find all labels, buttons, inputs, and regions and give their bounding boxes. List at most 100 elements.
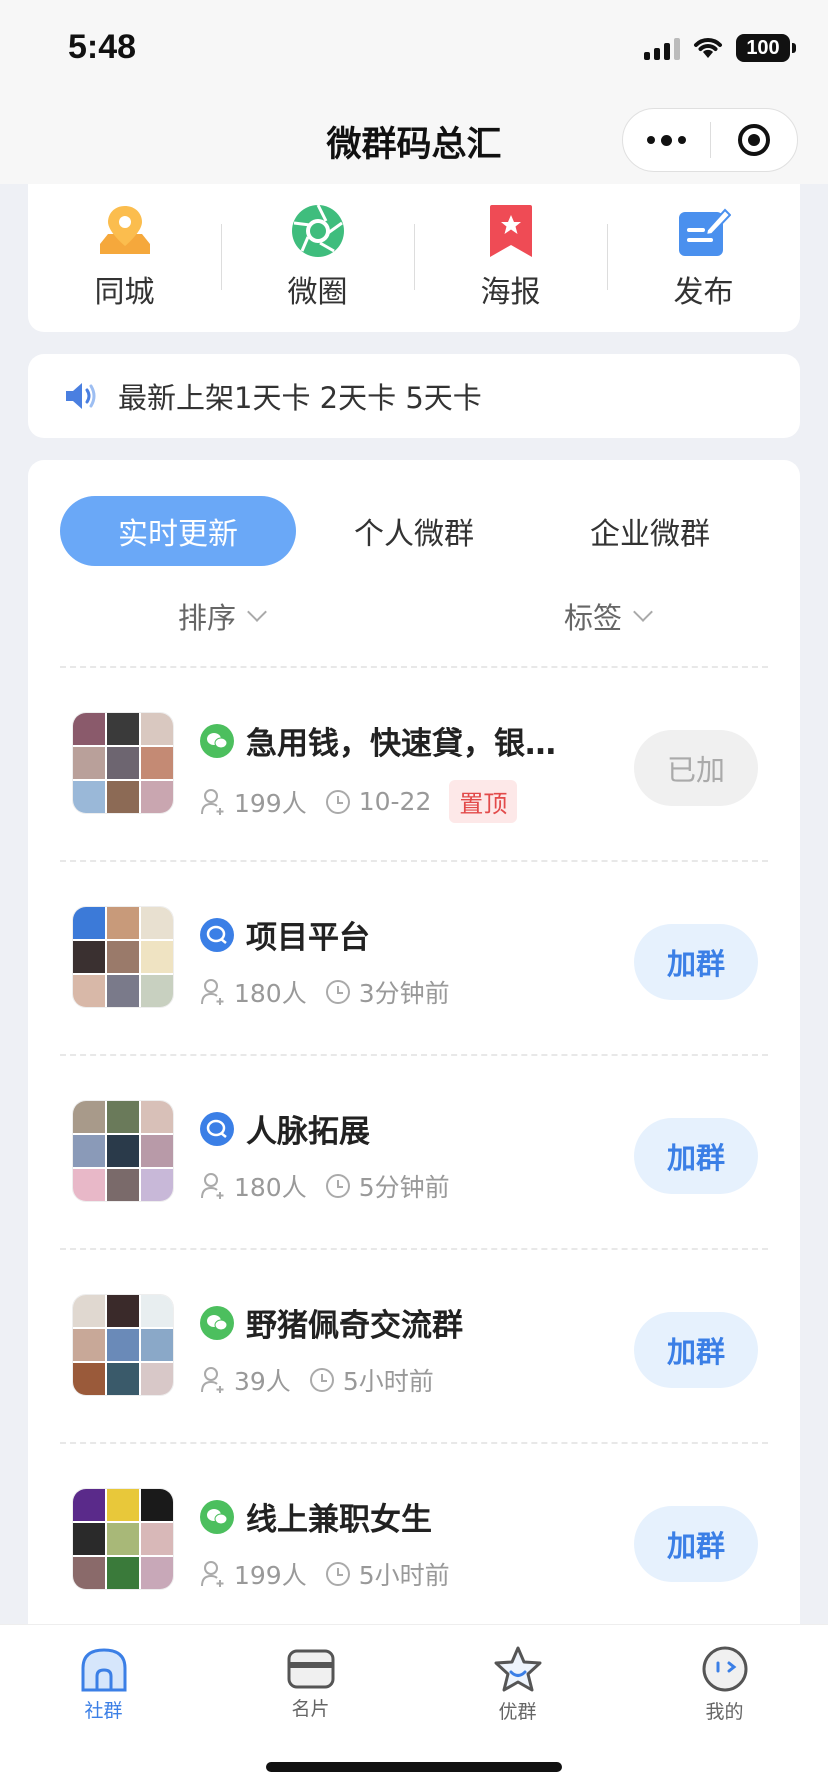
- add-user-icon: [201, 1367, 224, 1393]
- group-avatar: [72, 712, 174, 814]
- member-count-text: 199人: [234, 1561, 307, 1590]
- update-time: 3分钟前: [325, 974, 450, 1010]
- clock-icon: [325, 980, 350, 1004]
- quick-entry-publish[interactable]: 发布: [607, 184, 800, 332]
- tag-filter[interactable]: 标签: [414, 588, 800, 644]
- update-time-text: 5小时前: [358, 1561, 450, 1590]
- star-icon: [494, 1646, 541, 1691]
- miniprogram-capsule: [622, 108, 798, 172]
- joined-button[interactable]: 已加: [634, 730, 758, 806]
- notice-bar[interactable]: 最新上架1天卡 2天卡 5天卡: [28, 354, 800, 438]
- group-meta: 199人 5小时前: [200, 1556, 468, 1592]
- bottom-tab-bar: 社群 名片 优群 我的: [0, 1624, 828, 1792]
- member-count: 180人: [200, 1168, 307, 1204]
- home-icon: [81, 1647, 126, 1691]
- tab-community-label: 社群: [84, 1699, 123, 1722]
- more-dots-icon: [646, 134, 686, 146]
- group-avatar: [72, 906, 174, 1008]
- quick-entry-circle[interactable]: 微圈: [221, 184, 414, 332]
- clock-icon: [325, 1562, 350, 1586]
- update-time-text: 10-22: [358, 787, 432, 816]
- group-title-wrap: 项目平台: [200, 912, 370, 957]
- group-list: 急用钱，快速貸，银… 199人 10-22 置顶 已加 项目平台 180人 3分…: [60, 666, 768, 1630]
- tab-personal-groups[interactable]: 个人微群: [296, 496, 532, 566]
- category-tabs: 实时更新 个人微群 企业微群: [60, 496, 768, 566]
- location-icon: [95, 201, 155, 261]
- poster-bookmark-icon: [481, 201, 541, 261]
- update-time: 5分钟前: [325, 1168, 450, 1204]
- home-indicator: [266, 1762, 562, 1772]
- group-title-wrap: 急用钱，快速貸，银…: [200, 718, 556, 763]
- update-time-text: 5分钟前: [358, 1173, 450, 1202]
- quick-entry-label: 微圈: [287, 275, 348, 310]
- list-item[interactable]: 急用钱，快速貸，银… 199人 10-22 置顶 已加: [60, 666, 768, 860]
- member-count: 199人: [200, 1556, 307, 1592]
- member-count-text: 39人: [234, 1367, 291, 1396]
- nav-bar: 微群码总汇: [0, 100, 828, 184]
- member-count: 39人: [200, 1362, 291, 1398]
- status-bar: 5:48 100: [0, 0, 828, 100]
- add-user-icon: [201, 1561, 224, 1587]
- join-group-button[interactable]: 加群: [634, 1506, 758, 1582]
- quick-entry-card: 同城 微圈 海报 发布: [28, 184, 800, 332]
- target-icon: [737, 124, 770, 156]
- tab-card-label: 名片: [291, 1697, 330, 1720]
- list-item[interactable]: 线上兼职女生 199人 5小时前 加群: [60, 1442, 768, 1630]
- group-title-wrap: 人脉拓展: [200, 1106, 370, 1151]
- status-icons: 100: [644, 34, 796, 62]
- tab-premium-groups-label: 优群: [498, 1700, 537, 1723]
- enterprise-wechat-icon: [200, 1111, 234, 1146]
- tag-filter-label: 标签: [563, 601, 622, 635]
- cellular-signal-icon: [644, 36, 680, 60]
- member-count-text: 180人: [234, 1173, 307, 1202]
- speaker-icon: [66, 383, 96, 409]
- quick-entry-label: 海报: [480, 275, 541, 310]
- add-user-icon: [201, 979, 224, 1005]
- update-time: 10-22: [325, 787, 432, 816]
- list-item[interactable]: 人脉拓展 180人 5分钟前 加群: [60, 1054, 768, 1248]
- notice-text: 最新上架1天卡 2天卡 5天卡: [118, 381, 482, 415]
- list-item[interactable]: 野猪佩奇交流群 39人 5小时前 加群: [60, 1248, 768, 1442]
- tab-mine-label: 我的: [705, 1700, 744, 1723]
- wechat-icon: [200, 723, 234, 758]
- card-icon: [287, 1649, 334, 1688]
- join-group-button[interactable]: 加群: [634, 1118, 758, 1194]
- enterprise-wechat-icon: [200, 917, 234, 952]
- filter-bar: 排序 标签: [28, 588, 800, 644]
- tab-mine[interactable]: 我的: [621, 1625, 828, 1743]
- publish-edit-icon: [674, 201, 734, 261]
- close-miniprogram-button[interactable]: [711, 109, 798, 171]
- tab-card[interactable]: 名片: [207, 1625, 414, 1743]
- tab-realtime[interactable]: 实时更新: [60, 496, 296, 566]
- add-user-icon: [201, 788, 224, 815]
- join-group-button[interactable]: 加群: [634, 924, 758, 1000]
- group-title: 野猪佩奇交流群: [246, 1308, 463, 1344]
- battery-icon: 100: [736, 34, 796, 62]
- add-user-icon: [201, 1173, 224, 1199]
- chevron-down-icon: [247, 602, 267, 622]
- tab-community[interactable]: 社群: [0, 1625, 207, 1743]
- quick-entry-label: 同城: [94, 275, 155, 310]
- sort-filter[interactable]: 排序: [28, 588, 414, 644]
- clock-icon: [309, 1368, 334, 1392]
- wechat-icon: [200, 1305, 234, 1340]
- list-item[interactable]: 项目平台 180人 3分钟前 加群: [60, 860, 768, 1054]
- quick-entry-local[interactable]: 同城: [28, 184, 221, 332]
- wechat-icon: [200, 1499, 234, 1534]
- quick-entry-poster[interactable]: 海报: [414, 184, 607, 332]
- group-title: 线上兼职女生: [246, 1502, 432, 1538]
- more-button[interactable]: [623, 109, 710, 171]
- group-meta: 180人 3分钟前: [200, 974, 468, 1010]
- join-group-button[interactable]: 加群: [634, 1312, 758, 1388]
- tab-enterprise-groups[interactable]: 企业微群: [532, 496, 768, 566]
- update-time: 5小时前: [325, 1556, 450, 1592]
- group-meta: 180人 5分钟前: [200, 1168, 468, 1204]
- aperture-icon: [288, 201, 348, 261]
- update-time: 5小时前: [309, 1362, 434, 1398]
- group-avatar: [72, 1488, 174, 1590]
- group-title-wrap: 野猪佩奇交流群: [200, 1300, 463, 1345]
- member-count-text: 180人: [234, 979, 307, 1008]
- tab-premium-groups[interactable]: 优群: [414, 1625, 621, 1743]
- group-title: 急用钱，快速貸，银…: [246, 726, 556, 762]
- sort-filter-label: 排序: [177, 601, 236, 635]
